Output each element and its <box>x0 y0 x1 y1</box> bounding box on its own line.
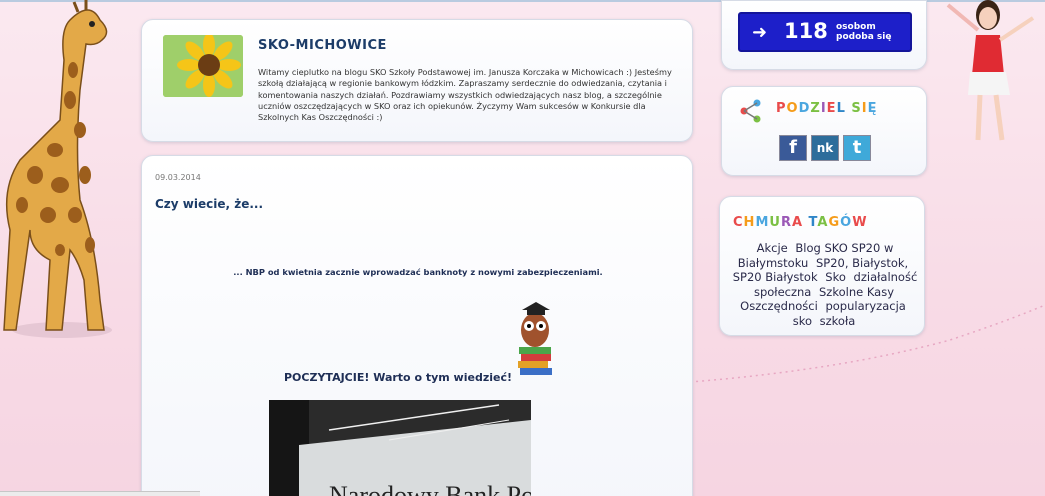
tag-cloud-box: CHMURA TAGÓW Akcje Blog SKO SP20 w Biały… <box>719 196 925 336</box>
facebook-share-button[interactable]: f <box>779 135 807 161</box>
nbp-photo-text: Narodowy Bank Polski <box>329 481 531 496</box>
blog-description: Witamy cieplutko na blogu SKO Szkoły Pod… <box>258 67 672 123</box>
tag-list: Akcje Blog SKO SP20 w Białymstoku SP20, … <box>728 241 920 328</box>
sunflower-image <box>163 35 243 97</box>
browser-status-bar <box>0 491 200 496</box>
blog-header: SKO-MICHOWICE Witamy cieplutko na blogu … <box>141 19 693 142</box>
post-text-read: POCZYTAJCIE! Warto o tym wiedzieć! <box>284 371 512 384</box>
like-count: 118 <box>784 19 828 43</box>
post-text-nbp: ... NBP od kwietnia zacznie wprowadzać b… <box>233 267 603 277</box>
like-button[interactable]: ➜ 118 osobom podoba się <box>738 12 912 52</box>
twitter-share-button[interactable]: t <box>843 135 871 161</box>
share-icon <box>740 99 761 123</box>
tag-link[interactable]: sko <box>793 314 812 328</box>
tag-link[interactable]: Sko <box>825 270 846 284</box>
like-text-line1: osobom <box>836 22 876 32</box>
nbp-building-photo: Narodowy Bank Polski <box>269 400 531 496</box>
blog-post: 09.03.2014 Czy wiecie, że... ... NBP od … <box>141 155 693 496</box>
arrow-right-icon: ➜ <box>752 22 768 43</box>
tag-link[interactable]: szkoła <box>820 314 856 328</box>
share-title: PODZIEL SIĘ <box>776 101 878 116</box>
share-box: PODZIEL SIĘ f nk t <box>721 86 927 176</box>
giraffe-illustration <box>3 0 112 338</box>
like-box: ➜ 118 osobom podoba się <box>721 0 927 70</box>
owl-books-icon <box>518 302 552 375</box>
like-text-line2: podoba się <box>836 32 892 42</box>
tag-link[interactable]: popularyzacja <box>825 299 905 313</box>
like-text: osobom podoba się <box>836 22 891 42</box>
girl-illustration <box>946 0 1035 141</box>
post-title[interactable]: Czy wiecie, że... <box>155 197 263 211</box>
tag-cloud-title: CHMURA TAGÓW <box>733 215 868 230</box>
blog-title[interactable]: SKO-MICHOWICE <box>258 38 387 53</box>
tag-link[interactable]: SP20 Białystok <box>733 270 818 284</box>
tag-link[interactable]: Akcje <box>757 241 788 255</box>
post-date: 09.03.2014 <box>155 173 201 182</box>
tag-link[interactable]: SP20, Białystok, <box>816 256 908 270</box>
nasza-klasa-share-button[interactable]: nk <box>811 135 839 161</box>
